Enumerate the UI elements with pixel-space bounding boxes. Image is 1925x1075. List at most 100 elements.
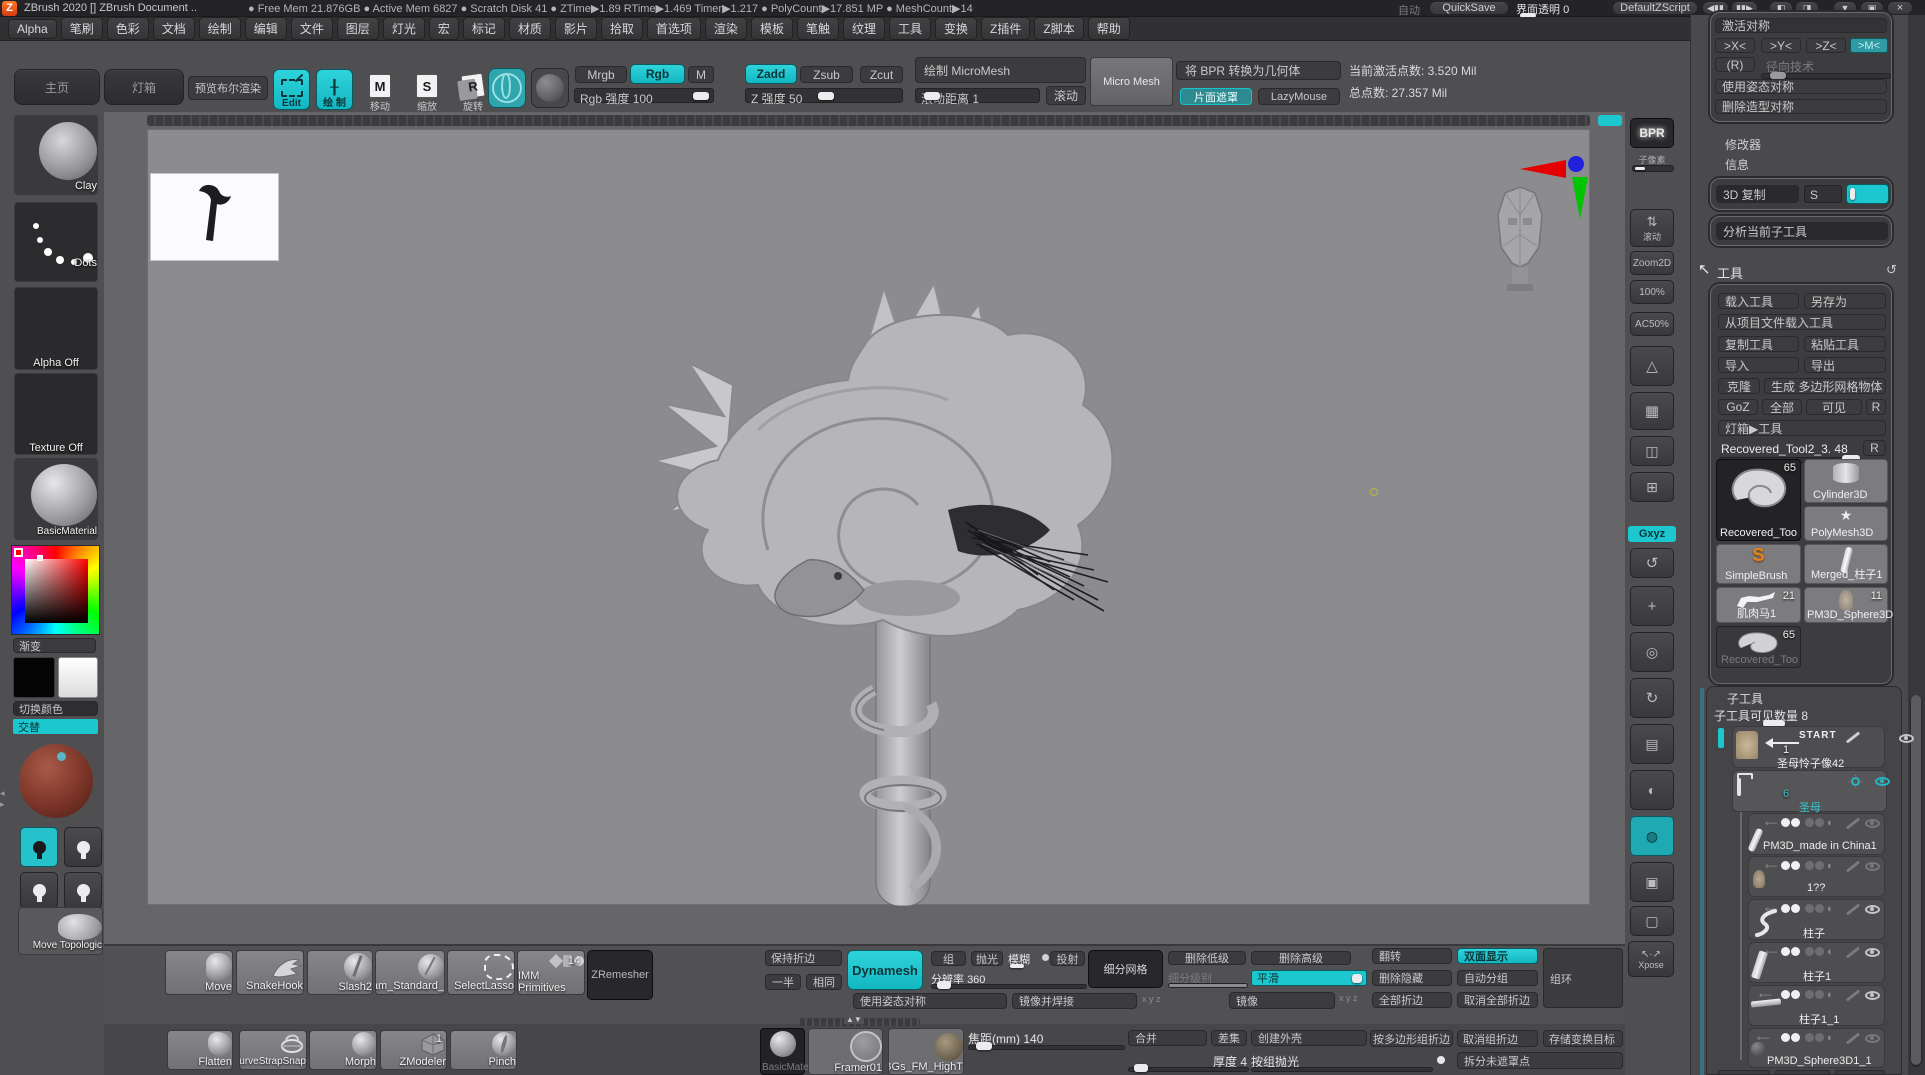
gear-icon[interactable] <box>1851 777 1860 786</box>
rotate-gizmo-button[interactable]: ↻ <box>1630 678 1674 718</box>
right-scroll-strip[interactable] <box>1908 15 1925 1075</box>
scroll-distance-slider[interactable]: 滚动距离 1 <box>915 88 1040 103</box>
polish-button[interactable]: 抛光 <box>971 951 1003 966</box>
subtool-footer-button-3[interactable] <box>1835 1070 1885 1075</box>
micromesh-preview[interactable]: Micro Mesh <box>1090 57 1173 106</box>
ins-poly-button[interactable]: ▤ <box>1630 724 1674 764</box>
scale-gizmo-button[interactable]: ◎ <box>1630 632 1674 672</box>
rgb-button[interactable]: Rgb <box>630 64 685 84</box>
lazymouse-button[interactable]: LazyMouse <box>1258 88 1340 105</box>
subpixel-slider[interactable]: 子像素 <box>1628 152 1676 172</box>
brush-thumb-snakehook[interactable]: SnakeHook <box>236 950 304 995</box>
home-button[interactable]: 主页 <box>14 69 100 105</box>
menu-color[interactable]: 色彩 <box>107 17 149 40</box>
lightbox-button[interactable]: 灯箱 <box>104 69 184 105</box>
resolution-slider[interactable]: 分辨率 360 <box>931 971 1085 987</box>
light-toggle-4[interactable] <box>64 872 102 909</box>
preview-boolean-button[interactable]: 预览布尔渲染 <box>188 76 268 100</box>
scale-tool[interactable]: S 缩放 <box>412 74 442 114</box>
half-button[interactable]: 一半 <box>765 974 801 990</box>
s-slider[interactable]: S <box>1804 185 1842 203</box>
gxyz-button[interactable]: Gxyz <box>1628 526 1676 542</box>
z-intensity-slider[interactable]: Z 强度 50 <box>745 88 903 103</box>
hue-selector[interactable] <box>14 548 23 557</box>
save-as-button[interactable]: 另存为 <box>1804 293 1886 309</box>
dynamesh-button[interactable]: Dynamesh <box>847 950 923 990</box>
activate-symmetry-button[interactable]: 激活对称 <box>1715 18 1887 33</box>
sym-x-button[interactable]: >X< <box>1715 38 1755 53</box>
paint-icon[interactable] <box>1846 731 1860 743</box>
sv-selector[interactable] <box>37 555 43 561</box>
menu-movie[interactable]: 影片 <box>555 17 597 40</box>
subtool-item-8[interactable]: ⟵ ◐ PM3D_Sphere3D1_1 <box>1748 1028 1885 1068</box>
analyze-subtool-button[interactable]: 分析当前子工具 <box>1716 222 1888 240</box>
camera-head-gizmo[interactable] <box>1495 185 1545 293</box>
xpose-button[interactable]: ↖·↗ Xpose <box>1628 941 1674 977</box>
material-thumb-selected[interactable]: BasicMaterial <box>760 1028 805 1075</box>
secondary-color-swatch[interactable] <box>58 657 98 698</box>
current-brush-thumb[interactable]: Clay <box>14 115 98 195</box>
subtool-item-5[interactable]: ⟵ ◐ 柱子 <box>1748 899 1885 940</box>
move-topological-thumb[interactable]: Move Topologic <box>18 907 103 955</box>
zremesher-button[interactable]: ZRemesher <box>587 950 653 1000</box>
tool-thumb-simplebrush[interactable]: S SimpleBrush <box>1716 544 1801 584</box>
rotate-tool[interactable]: R 旋转 <box>458 74 488 114</box>
bpr-button[interactable]: BPR <box>1630 118 1674 148</box>
eye-icon[interactable] <box>1875 777 1890 786</box>
tool-thumb-horse[interactable]: 21 肌肉马1 <box>1716 587 1801 623</box>
delete-hidden-button[interactable]: 删除隐藏 <box>1372 970 1452 986</box>
smooth-sphere-toggle[interactable] <box>531 68 569 108</box>
eye-icon[interactable] <box>1865 819 1880 828</box>
focal-length-slider[interactable]: 焦距(mm) 140 <box>968 1030 1123 1048</box>
menu-brush[interactable]: 笔刷 <box>61 17 103 40</box>
rgb-intensity-slider[interactable]: Rgb 强度 100 <box>574 88 714 103</box>
crease-all-button[interactable]: 全部折边 <box>1372 992 1452 1008</box>
tool-thumb-cylinder[interactable]: Cylinder3D <box>1804 459 1888 503</box>
brush-thumb-curvestrapsnap[interactable]: CurveStrapSnap <box>239 1030 307 1070</box>
brush-thumb-imm[interactable]: 14 IMM Primitives <box>517 950 585 995</box>
left-divider-handle[interactable]: ◂▸ <box>0 788 5 810</box>
brush-thumb-slash2[interactable]: Slash2 <box>307 950 373 995</box>
thickness-slider[interactable]: 厚度 4 <box>1128 1053 1247 1069</box>
frame-mesh-button[interactable]: ⊞ <box>1630 472 1674 502</box>
light-toggle-1[interactable] <box>20 827 58 867</box>
color-picker[interactable] <box>11 545 100 635</box>
menu-edit[interactable]: 编辑 <box>245 17 287 40</box>
goz-button[interactable]: GoZ <box>1718 399 1758 415</box>
modifiers-label[interactable]: 修改器 <box>1725 136 1761 153</box>
tool-thumb-polymesh[interactable]: ★ PolyMesh3D <box>1804 506 1888 541</box>
menu-material[interactable]: 材质 <box>509 17 551 40</box>
difference-button[interactable]: 差集 <box>1211 1030 1247 1046</box>
lightbox-tool-button[interactable]: 灯箱▶工具 <box>1718 420 1886 436</box>
subtool-footer-button-2[interactable] <box>1775 1070 1830 1075</box>
paint-icon[interactable] <box>1846 946 1860 958</box>
menu-alpha[interactable]: Alpha <box>8 19 57 39</box>
floor-grid-button[interactable]: ▦ <box>1630 392 1674 430</box>
blur-slider[interactable]: 模糊 <box>1008 951 1046 966</box>
info-label[interactable]: 信息 <box>1725 156 1749 173</box>
tray-divider-scrollbar[interactable]: ▲▼ <box>800 1018 920 1026</box>
color-picker-square[interactable] <box>25 559 88 623</box>
eye-icon[interactable] <box>1865 991 1880 1000</box>
menu-render[interactable]: 渲染 <box>705 17 747 40</box>
goz-r-button[interactable]: R <box>1866 399 1886 415</box>
material-thumb-framer01[interactable]: Framer01 <box>808 1028 883 1075</box>
group-loops-button[interactable]: 组环 <box>1543 948 1623 1008</box>
menu-stroke[interactable]: 笔触 <box>797 17 839 40</box>
m-button[interactable]: M <box>688 66 714 83</box>
menu-preferences[interactable]: 首选项 <box>647 17 701 40</box>
current-stroke-thumb[interactable]: Dots <box>14 202 98 282</box>
aa-half-button[interactable]: AC50% <box>1630 312 1674 336</box>
canvas-scrollbar-highlight[interactable] <box>1598 115 1622 126</box>
draw-button[interactable]: ╂ 绘 制 <box>316 69 353 110</box>
light-toggle-2[interactable] <box>64 827 102 867</box>
uncrease-polygroups-button[interactable]: 取消组折边 <box>1457 1030 1538 1047</box>
uncrease-all-button[interactable]: 取消全部折边 <box>1457 992 1538 1008</box>
blur-radio[interactable] <box>1042 954 1049 961</box>
mirror-button[interactable]: 镜像 <box>1229 992 1335 1009</box>
menu-transform[interactable]: 变换 <box>935 17 977 40</box>
double-sided-button[interactable]: 双面显示 <box>1457 948 1538 964</box>
folder-icon[interactable] <box>1737 778 1741 796</box>
zsub-button[interactable]: Zsub <box>800 66 853 83</box>
flip-button[interactable]: 翻转 <box>1372 948 1452 964</box>
